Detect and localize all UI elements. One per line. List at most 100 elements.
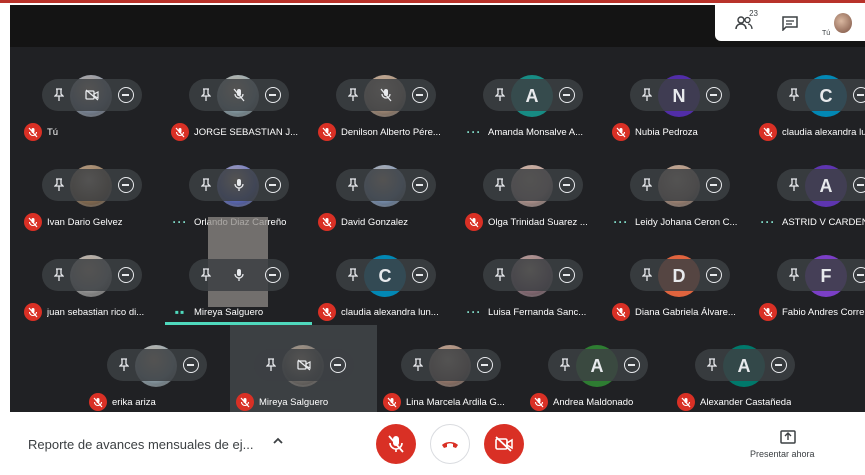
pin-icon[interactable] <box>704 357 720 373</box>
pin-icon[interactable] <box>557 357 573 373</box>
participant-tile[interactable]: juan sebastian rico di... <box>18 235 165 323</box>
pin-icon[interactable] <box>639 177 655 193</box>
pin-icon[interactable] <box>492 267 508 283</box>
meeting-details-toggle[interactable] <box>272 434 284 452</box>
phone-hangup-icon <box>442 442 458 448</box>
participant-name: claudia alexandra lun... <box>341 306 439 318</box>
pin-icon[interactable] <box>51 267 67 283</box>
meeting-title[interactable]: Reporte de avances mensuales de ej... <box>28 437 253 452</box>
participant-tile[interactable]: A ··· ASTRID V CARDENA <box>753 145 865 233</box>
remove-icon[interactable] <box>853 87 865 103</box>
you-label: Tú <box>822 30 831 37</box>
muted-mic-icon <box>530 393 548 411</box>
participant-tile[interactable]: Lina Marcela Ardila G... <box>377 325 524 412</box>
pin-icon[interactable] <box>786 267 802 283</box>
remove-icon[interactable] <box>706 267 722 283</box>
participant-tile[interactable]: A ··· Amanda Monsalve A... <box>459 55 606 143</box>
pin-icon[interactable] <box>345 87 361 103</box>
participant-tile[interactable]: D Diana Gabriela Álvare... <box>606 235 753 323</box>
remove-icon[interactable] <box>265 267 281 283</box>
pin-icon[interactable] <box>198 177 214 193</box>
pin-icon[interactable] <box>345 267 361 283</box>
participant-tile[interactable]: ▪▪ Mireya Salguero <box>165 217 312 325</box>
pin-icon[interactable] <box>198 267 214 283</box>
participant-tile[interactable]: Tú <box>18 55 165 143</box>
participant-tile[interactable]: F Fabio Andres Corre <box>753 235 865 323</box>
pin-icon[interactable] <box>786 87 802 103</box>
microphone-button[interactable] <box>376 424 416 464</box>
chat-button[interactable] <box>774 9 806 37</box>
pin-icon[interactable] <box>492 177 508 193</box>
participant-name: Lina Marcela Ardila G... <box>406 396 505 408</box>
participant-label: Lina Marcela Ardila G... <box>383 393 524 411</box>
remove-icon[interactable] <box>118 87 134 103</box>
muted-mic-icon <box>612 123 630 141</box>
people-count: 23 <box>749 9 758 18</box>
pin-icon[interactable] <box>492 87 508 103</box>
remove-icon[interactable] <box>477 357 493 373</box>
avatar-initial: D <box>672 265 686 286</box>
pin-icon[interactable] <box>345 177 361 193</box>
mic-icon[interactable] <box>231 177 247 193</box>
remove-icon[interactable] <box>330 357 346 373</box>
camera-button[interactable] <box>484 424 524 464</box>
participant-tile[interactable]: Ivan Dario Gelvez <box>18 145 165 233</box>
participant-tile[interactable]: Mireya Salguero <box>230 325 377 412</box>
present-now-button[interactable] <box>780 430 796 449</box>
remove-icon[interactable] <box>853 177 865 193</box>
pin-icon[interactable] <box>639 87 655 103</box>
participant-tile[interactable]: Cclaudia alexandra lun... <box>312 235 459 323</box>
remove-icon[interactable] <box>412 177 428 193</box>
pin-icon[interactable] <box>51 177 67 193</box>
pin-icon[interactable] <box>198 87 214 103</box>
chevron-up-icon <box>273 437 283 444</box>
remove-icon[interactable] <box>559 177 575 193</box>
tile-controls <box>401 349 501 381</box>
participant-tile[interactable]: A Alexander Castañeda <box>671 325 818 412</box>
remove-icon[interactable] <box>265 177 281 193</box>
participant-tile[interactable]: erika ariza <box>83 325 230 412</box>
pin-icon[interactable] <box>410 357 426 373</box>
tile-controls <box>189 169 289 201</box>
participant-tile[interactable]: JORGE SEBASTIAN J... <box>165 55 312 143</box>
remove-icon[interactable] <box>706 87 722 103</box>
participant-tile[interactable]: N Nubia Pedroza <box>606 55 753 143</box>
people-button[interactable]: 23 <box>728 9 760 37</box>
participant-tile[interactable]: ··· Luisa Fernanda Sanc... <box>459 235 606 323</box>
participant-tile[interactable]: A Andrea Maldonado <box>524 325 671 412</box>
camera-off-icon[interactable] <box>84 87 100 103</box>
remove-icon[interactable] <box>265 87 281 103</box>
remove-icon[interactable] <box>412 87 428 103</box>
remove-icon[interactable] <box>853 267 865 283</box>
mic-icon[interactable] <box>231 267 247 283</box>
participant-name: ASTRID V CARDENA <box>782 216 865 228</box>
participant-tile[interactable]: David Gonzalez <box>312 145 459 233</box>
pin-icon[interactable] <box>51 87 67 103</box>
mic-off-icon[interactable] <box>378 87 394 103</box>
pin-icon[interactable] <box>116 357 132 373</box>
remove-icon[interactable] <box>624 357 640 373</box>
remove-icon[interactable] <box>559 267 575 283</box>
remove-icon[interactable] <box>118 177 134 193</box>
remove-icon[interactable] <box>412 267 428 283</box>
top-right-panel: 23 Tú <box>715 5 865 41</box>
pin-icon[interactable] <box>639 267 655 283</box>
self-view-button[interactable]: Tú <box>820 9 852 37</box>
participant-tile[interactable]: Olga Trinidad Suarez ... <box>459 145 606 233</box>
remove-icon[interactable] <box>183 357 199 373</box>
hang-up-button[interactable] <box>430 424 470 464</box>
participant-tile[interactable]: Denilson Alberto Pére... <box>312 55 459 143</box>
avatar-initial: C <box>378 265 392 286</box>
remove-icon[interactable] <box>118 267 134 283</box>
pin-icon[interactable] <box>263 357 279 373</box>
remove-icon[interactable] <box>706 177 722 193</box>
participant-name: Olga Trinidad Suarez ... <box>488 216 588 228</box>
mic-off-icon[interactable] <box>231 87 247 103</box>
pin-icon[interactable] <box>786 177 802 193</box>
participant-name: Nubia Pedroza <box>635 126 698 138</box>
camera-off-icon[interactable] <box>296 357 312 373</box>
remove-icon[interactable] <box>559 87 575 103</box>
remove-icon[interactable] <box>771 357 787 373</box>
participant-tile[interactable]: ··· Leidy Johana Ceron C... <box>606 145 753 233</box>
participant-tile[interactable]: Cclaudia alexandra lu <box>753 55 865 143</box>
